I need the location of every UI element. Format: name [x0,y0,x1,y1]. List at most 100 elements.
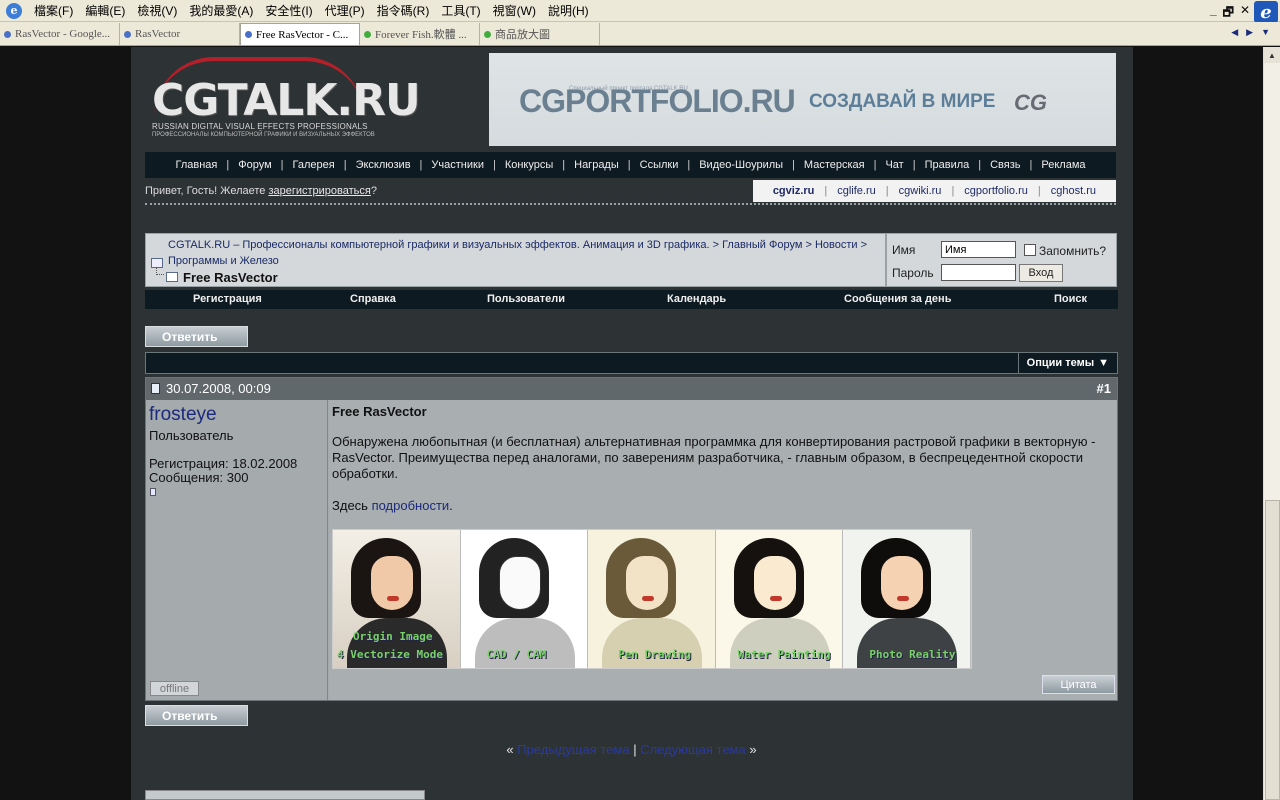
post-number-link[interactable]: #1 [1097,381,1111,396]
caption-water: Water Painting [737,648,831,661]
nav-home[interactable]: Главная [167,159,227,171]
logo-subtitle: RUSSIAN DIGITAL VISUAL EFFECTS PROFESSIO… [152,122,368,131]
tab-label: 商品放大圖 [495,29,550,41]
caption-origin: Origin Image [353,630,433,643]
tab-list-arrow-icon[interactable]: ▼ [1261,27,1270,38]
subnav-users[interactable]: Пользователи [487,293,565,305]
restore-button[interactable]: 🗗 [1223,3,1234,24]
nav-links[interactable]: Ссылки [631,159,688,171]
cgportfolio-banner[interactable]: Специальный проект портала CGTALK.RU CGP… [489,53,1116,146]
nav-close-quote: » [745,742,757,757]
globe-icon [364,30,371,38]
globe-icon [4,30,11,38]
author-username[interactable]: frosteye [149,404,217,426]
menu-file[interactable]: 檔案(F) [28,2,79,19]
register-link[interactable]: зарегистрироваться [268,185,370,197]
menu-script[interactable]: 指令碼(R) [371,2,436,19]
link-prefix: Здесь [332,498,372,513]
remember-label: Запомнить? [1039,244,1107,258]
scroll-up-icon[interactable]: ▲ [1264,47,1280,63]
subnav-todays-posts[interactable]: Сообщения за день [844,293,951,305]
nav-members[interactable]: Участники [422,159,493,171]
nav-exclusive[interactable]: Эксклюзив [347,159,420,171]
thread-header-bar: Опции темы ▼ [145,352,1118,374]
details-link[interactable]: подробности [372,498,450,513]
menu-view[interactable]: 檢視(V) [131,2,183,19]
offline-status-icon: offline [150,681,199,696]
close-button[interactable]: ✕ [1240,3,1250,24]
minimize-button[interactable]: _ [1210,3,1217,24]
nav-showreels[interactable]: Видео-Шоурилы [690,159,792,171]
menu-help[interactable]: 說明(H) [542,2,595,19]
tab-rasvector[interactable]: RasVector [120,23,240,45]
nav-contact[interactable]: Связь [981,159,1029,171]
nav-rules[interactable]: Правила [916,159,979,171]
login-button[interactable]: Вход [1019,264,1063,282]
reply-button-bottom[interactable]: Ответить [145,705,248,726]
post-content: Free RasVector Обнаружена любопытная (и … [329,400,1117,700]
nav-advertising[interactable]: Реклама [1032,159,1094,171]
menu-edit[interactable]: 編輯(E) [79,2,131,19]
dotted-divider [145,203,1116,206]
username-field[interactable] [941,241,1016,258]
tab-free-rasvector[interactable]: Free RasVector - C... [240,23,360,45]
site-link-cgwiki[interactable]: cgwiki.ru [889,185,952,197]
subnav-register[interactable]: Регистрация [193,293,262,305]
menu-window[interactable]: 視窗(W) [487,2,542,19]
nav-contests[interactable]: Конкурсы [496,159,562,171]
tab-scroll-arrows: ◀ ▶ ▼ [1231,27,1270,38]
menu-proxy[interactable]: 代理(P) [319,2,371,19]
window-controls: _ 🗗 ✕ [1210,3,1250,24]
subnav-calendar[interactable]: Календарь [667,293,726,305]
post: 30.07.2008, 00:09 #1 frosteye Пользовате… [145,377,1118,701]
scroll-thumb[interactable] [1265,500,1280,800]
nav-chat[interactable]: Чат [876,159,912,171]
tab-label: Free RasVector - C... [256,28,349,41]
site-link-cglife[interactable]: cglife.ru [827,185,886,197]
tree-line [156,267,164,275]
tab-label: RasVector - Google... [15,28,111,40]
vertical-scrollbar[interactable]: ▲ [1263,47,1280,800]
menu-tools[interactable]: 工具(T) [435,2,486,19]
caption-photo: Photo Reality [869,648,956,661]
nav-separator: | [629,742,641,757]
menu-favorites[interactable]: 我的最愛(A) [183,2,259,19]
site-link-cghost[interactable]: cghost.ru [1041,185,1106,197]
previous-thread-link[interactable]: Предыдущая тема [517,742,629,757]
nav-workshop[interactable]: Мастерская [795,159,874,171]
password-field[interactable] [941,264,1016,281]
reply-button[interactable]: Ответить [145,326,248,347]
tab-forever-fish[interactable]: Forever Fish.軟體 ... [360,23,480,45]
nav-gallery[interactable]: Галерея [284,159,344,171]
panel-cad: CAD / CAM [460,530,589,668]
breadcrumb-path[interactable]: CGTALK.RU – Профессионалы компьютерной г… [168,239,867,251]
tab-label: Forever Fish.軟體 ... [375,29,467,41]
reputation-icon [150,488,156,496]
breadcrumb: CGTALK.RU – Профессионалы компьютерной г… [145,233,886,287]
site-logo[interactable]: CGTALK.RU RUSSIAN DIGITAL VISUAL EFFECTS… [150,53,450,143]
remember-checkbox[interactable] [1024,244,1036,256]
subnav-search[interactable]: Поиск [1054,293,1087,305]
subnav-help[interactable]: Справка [350,293,396,305]
login-form: Имя Запомнить? Пароль Вход [886,233,1117,287]
nav-awards[interactable]: Награды [565,159,628,171]
page-title: Free RasVector [183,270,278,285]
tab-rasvector-google[interactable]: RasVector - Google... [0,23,120,45]
globe-icon [484,30,491,38]
breadcrumb-forum-link[interactable]: Программы и Железо [168,255,279,267]
thread-tools-menu[interactable]: Опции темы ▼ [1017,353,1117,373]
quote-button[interactable]: Цитата [1042,675,1115,694]
site-link-cgviz[interactable]: cgviz.ru [763,185,825,197]
next-thread-link[interactable]: Следующая тема [640,742,746,757]
tab-right-arrow-icon[interactable]: ▶ [1246,27,1253,38]
logo-text: CGTALK.RU [152,75,421,126]
tab-left-arrow-icon[interactable]: ◀ [1231,27,1238,38]
author-rank: Пользователь [149,428,234,443]
folder-open-icon [166,272,178,282]
tab-product-image[interactable]: 商品放大圖 [480,23,600,45]
menu-security[interactable]: 安全性(I) [259,2,318,19]
globe-icon [124,30,131,38]
caption-pen: Pen Drawing [618,648,692,661]
site-link-cgportfolio[interactable]: cgportfolio.ru [954,185,1038,197]
nav-forum[interactable]: Форум [229,159,280,171]
